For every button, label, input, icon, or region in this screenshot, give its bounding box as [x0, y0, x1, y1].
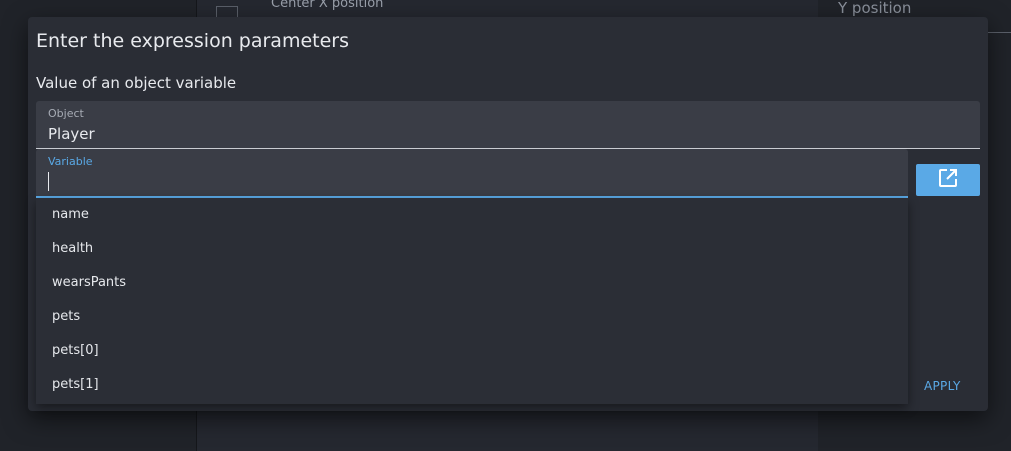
dialog-title: Enter the expression parameters — [36, 30, 349, 52]
background-row-label: Center X position — [271, 0, 384, 11]
variable-suggestions-list: name health wearsPants pets pets[0] pets… — [36, 198, 908, 404]
object-field-label: Object — [48, 107, 84, 120]
variable-input[interactable] — [48, 171, 898, 193]
variable-field-label: Variable — [48, 155, 93, 168]
open-variables-editor-button[interactable] — [916, 164, 980, 196]
suggestion-item[interactable]: health — [36, 232, 908, 266]
text-caret — [48, 172, 49, 191]
object-field[interactable]: Object Player — [36, 101, 980, 149]
suggestion-item[interactable]: pets — [36, 300, 908, 334]
object-field-value[interactable]: Player — [48, 125, 95, 143]
suggestion-item[interactable]: name — [36, 198, 908, 232]
apply-button[interactable]: APPLY — [924, 379, 961, 393]
dialog-subtitle: Value of an object variable — [36, 74, 237, 92]
suggestion-item[interactable]: wearsPants — [36, 266, 908, 300]
variable-field[interactable]: Variable — [36, 149, 908, 198]
expression-parameters-dialog: Enter the expression parameters Value of… — [28, 17, 988, 411]
suggestion-item[interactable]: pets[1] — [36, 368, 908, 402]
open-in-new-icon — [938, 168, 958, 192]
suggestion-item[interactable]: pets[0] — [36, 334, 908, 368]
background-y-position-label: Y position — [838, 0, 912, 17]
